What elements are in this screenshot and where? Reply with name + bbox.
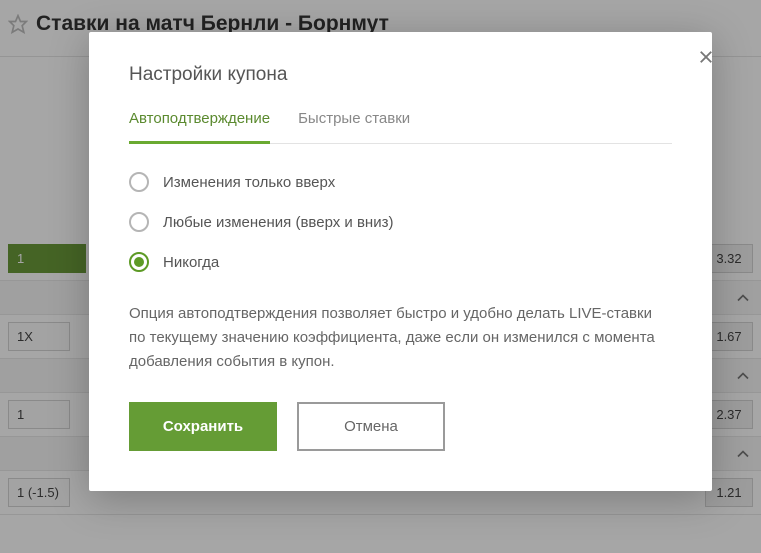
save-button[interactable]: Сохранить [129,402,277,451]
radio-group: Изменения только вверх Любые изменения (… [129,172,672,272]
tab-autoconfirm[interactable]: Автоподтверждение [129,110,270,144]
option-changes-up[interactable]: Изменения только вверх [129,172,672,192]
tabs: Автоподтверждение Быстрые ставки [129,110,672,144]
coupon-settings-modal: Настройки купона Автоподтверждение Быстр… [89,32,712,491]
radio-icon [129,252,149,272]
radio-icon [129,172,149,192]
tab-quickbets[interactable]: Быстрые ставки [298,110,410,143]
close-icon [697,54,715,69]
option-label: Любые изменения (вверх и вниз) [163,214,393,231]
close-button[interactable] [688,40,724,76]
modal-actions: Сохранить Отмена [129,402,672,451]
option-label: Изменения только вверх [163,174,335,191]
cancel-button[interactable]: Отмена [297,402,445,451]
description-text: Опция автоподтверждения позволяет быстро… [129,302,672,374]
option-label: Никогда [163,254,219,271]
option-never[interactable]: Никогда [129,252,672,272]
option-changes-any[interactable]: Любые изменения (вверх и вниз) [129,212,672,232]
modal-title: Настройки купона [129,64,672,86]
radio-icon [129,212,149,232]
